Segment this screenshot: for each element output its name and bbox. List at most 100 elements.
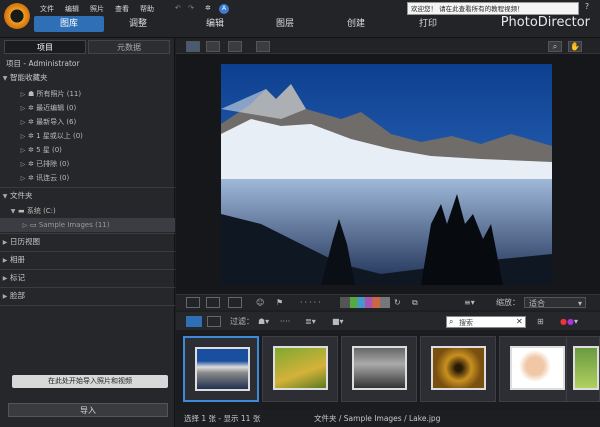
color-filter-icon[interactable]: ●●▾ [560,316,578,327]
nav-library[interactable]: 图库 [34,16,104,32]
smart-item-label: 已排除 (0) [36,160,70,168]
file-path: 文件夹 / Sample Images / Lake.jpg [314,414,441,423]
smart-item[interactable]: ▷ ☗ 所有照片 (11) [0,87,175,101]
flag-icon[interactable]: ⚑ [276,297,283,308]
brand-title: PhotoDirector [500,15,590,30]
nav-create[interactable]: 创建 [326,16,386,32]
menu-help[interactable]: 帮助 [140,4,154,14]
faces-header[interactable]: ▶ 脸部 [0,289,175,303]
menu-file[interactable]: 文件 [40,4,54,14]
tab-projects[interactable]: 项目 [4,40,86,54]
tags-label: 标记 [10,273,25,282]
account-icon[interactable]: A [219,4,229,14]
folders-label: 文件夹 [10,191,33,200]
tab-metadata[interactable]: 元数据 [88,40,170,54]
single-view-button[interactable] [186,297,200,308]
smart-item[interactable]: ▷ ✲ 最新导入 (6) [0,115,175,129]
selection-status: 选择 1 张 - 显示 11 张 [184,414,261,423]
filter-sort-icon[interactable]: ≣▾ [305,316,316,327]
smart-item[interactable]: ▷ ✲ 已排除 (0) [0,157,175,171]
sample-folder-item[interactable]: ▷ ▭ Sample Images (11) [0,218,175,232]
view-mode-single-icon[interactable] [206,41,220,52]
crop-icon[interactable]: ⧉ [412,297,418,308]
thumbnail[interactable] [566,336,600,402]
rotate-icon[interactable]: ↻ [394,297,401,308]
smart-item[interactable]: ▷ ✲ 讯连云 (0) [0,171,175,185]
collapse-arrow-icon: ▼ [2,75,8,82]
smart-item[interactable]: ▷ ✲ 最近编辑 (0) [0,101,175,115]
hand-icon[interactable]: ✋ [568,41,582,52]
thumbnail[interactable] [341,336,417,402]
search-placeholder: 搜索 [459,319,473,327]
color-labels[interactable] [340,297,390,308]
import-hint: 在此处开始导入照片和视频 [12,375,168,388]
redo-icon[interactable]: ↷ [188,4,194,12]
rating-stars[interactable]: ····· [300,297,323,308]
zoom-label: 缩放： [496,298,520,307]
gear-icon: ✲ [28,104,37,112]
dual-view-button[interactable] [206,297,220,308]
help-icon[interactable]: ? [582,2,592,12]
menu-photo[interactable]: 照片 [90,4,104,14]
thumbnail[interactable] [183,336,259,402]
albums-header[interactable]: ▶ 相册 [0,253,175,267]
drive-icon: ▬ [18,207,27,215]
menu-view[interactable]: 查看 [115,4,129,14]
divider [0,287,175,288]
project-label: 项目 - Administrator [6,59,80,68]
smart-item-label: 1 星或以上 (0) [36,132,83,140]
smart-item[interactable]: ▷ ✲ 1 星或以上 (0) [0,129,175,143]
face-icon[interactable]: ☺ [256,297,264,308]
import-folder-icon[interactable]: ⊞ [537,316,544,327]
albums-label: 相册 [10,255,25,264]
nav-edit[interactable]: 编辑 [185,16,245,32]
drive-item[interactable]: ▼ ▬ 系统 (C:) [0,204,175,218]
calendar-header[interactable]: ▶ 日历视图 [0,235,175,249]
view-mode-grid-icon[interactable] [228,41,242,52]
filter-people-icon[interactable]: ☗▾ [258,316,269,327]
smart-item-label: 所有照片 (11) [36,90,82,98]
undo-icon[interactable]: ↶ [175,4,181,12]
import-button[interactable]: 导入 [8,403,168,417]
smart-item-label: 最新导入 (6) [36,118,77,126]
thumbnail[interactable] [262,336,338,402]
thumbnail[interactable] [499,336,575,402]
search-input[interactable]: 搜索 [446,316,526,328]
gear-icon: ✲ [28,118,37,126]
calendar-label: 日历视图 [10,237,40,246]
filter-label-icon[interactable]: ■▾ [332,316,344,327]
collapse-arrow-icon: ▼ [2,193,8,200]
sort-icon[interactable]: ≡▾ [464,297,475,308]
expand-arrow-icon: ▶ [2,275,8,282]
search-icon: ⌕ [449,317,454,326]
thumbnail[interactable] [420,336,496,402]
view-mode-compare-icon[interactable] [256,41,270,52]
nav-print[interactable]: 打印 [398,16,458,32]
list-view-button[interactable] [207,316,221,327]
smart-item[interactable]: ▷ ✲ 5 星 (0) [0,143,175,157]
menu-edit[interactable]: 编辑 [65,4,79,14]
divider [0,305,175,306]
tags-header[interactable]: ▶ 标记 [0,271,175,285]
divider [0,187,175,188]
divider [0,251,175,252]
nav-adjust[interactable]: 调整 [108,16,168,32]
folders-header[interactable]: ▼ 文件夹 [0,189,175,203]
drive-label: 系统 (C:) [26,207,56,215]
smart-collections-header[interactable]: ▼ 智能收藏夹 [0,71,175,85]
zoom-icon[interactable]: ⌕ [548,41,562,52]
gear-icon: ✲ [28,132,37,140]
filmstrip-view-button[interactable] [186,316,202,327]
gear-icon: ✲ [28,174,37,182]
filter-rating[interactable]: ···· [280,316,290,327]
folder-icon: ▭ [30,221,39,229]
clear-search-icon[interactable]: ✕ [516,316,523,327]
grid-view-button[interactable] [228,297,242,308]
view-mode-browse-icon[interactable] [186,41,200,52]
welcome-tooltip[interactable]: 欢迎您！ 请在此查看所有的教程视频！ [407,2,579,15]
settings-icon[interactable]: ✲ [205,4,211,12]
zoom-select[interactable]: 适合 ▾ [524,297,586,308]
smart-item-label: 讯连云 (0) [36,174,70,182]
gear-icon: ✲ [28,160,37,168]
nav-layers[interactable]: 图层 [255,16,315,32]
